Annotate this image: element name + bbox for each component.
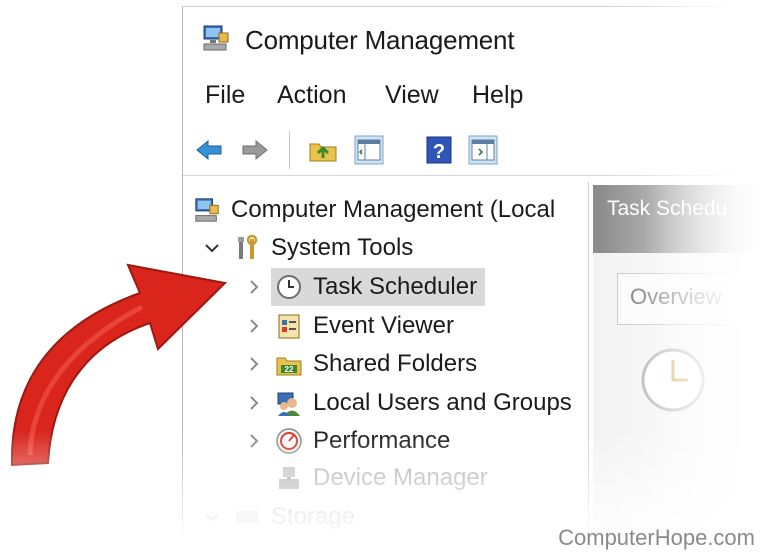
tree-item-local-users-and-groups[interactable]: Local Users and Groups (243, 385, 572, 421)
selected-highlight: Task Scheduler (271, 268, 486, 306)
task-scheduler-clock-icon (641, 348, 705, 412)
tree-item-device-manager[interactable]: Device Manager (275, 460, 488, 496)
menu-view[interactable]: View (385, 81, 439, 110)
forward-arrow-icon[interactable] (239, 134, 271, 166)
tree-item-label: Shared Folders (313, 350, 478, 377)
tree-item-shared-folders[interactable]: 22 Shared Folders (243, 346, 477, 382)
performance-icon (276, 428, 302, 454)
console-tree: Computer Management (Local System Tools (183, 182, 589, 547)
menu-action[interactable]: Action (277, 81, 346, 110)
red-annotation-arrow (10, 263, 228, 467)
details-pane-header: Task Schedu (593, 185, 765, 253)
menu-help[interactable]: Help (472, 81, 523, 110)
chevron-down-icon[interactable] (201, 506, 223, 528)
tree-item-label: Event Viewer (313, 312, 454, 339)
tab-overview[interactable]: Overview (617, 273, 765, 325)
toolbar-separator (289, 131, 290, 169)
window-title: Computer Management (245, 25, 515, 55)
menu-bar: File Action View Help (183, 81, 765, 121)
chevron-right-icon[interactable] (243, 315, 265, 337)
device-manager-icon (279, 467, 299, 489)
svg-text:22: 22 (285, 365, 294, 374)
event-viewer-icon (278, 314, 300, 339)
help-icon[interactable]: ? (423, 134, 455, 166)
computer-management-icon (195, 198, 219, 222)
title-bar: Computer Management (183, 19, 765, 63)
tree-item-label: Local Users and Groups (313, 389, 572, 416)
users-icon (277, 392, 300, 416)
svg-text:?: ? (433, 141, 445, 163)
tree-root[interactable]: Computer Management (Local (193, 192, 555, 228)
watermark: ComputerHope.com (558, 525, 755, 550)
tree-root-label: Computer Management (Local (231, 196, 556, 223)
tree-item-event-viewer[interactable]: Event Viewer (243, 308, 454, 344)
show-hide-action-pane-icon[interactable] (467, 134, 499, 166)
chevron-right-icon[interactable] (243, 430, 265, 452)
tab-overview-label: Overview (630, 284, 722, 309)
tree-item-label: Task Scheduler (313, 273, 478, 300)
chevron-right-icon[interactable] (243, 392, 265, 414)
tree-item-performance[interactable]: Performance (243, 423, 450, 459)
back-arrow-icon[interactable] (193, 134, 225, 166)
toolbar: ? (183, 125, 765, 176)
clock-icon (277, 275, 301, 299)
tree-item-label: Storage (271, 503, 356, 530)
tree-item-label: System Tools (271, 234, 414, 261)
details-pane: Task Schedu Overview (593, 185, 765, 547)
tree-item-label: Device Manager (313, 464, 488, 491)
computer-management-window: Computer Management File Action View Hel… (182, 6, 765, 547)
chevron-right-icon[interactable] (243, 276, 265, 298)
chevron-right-icon[interactable] (243, 353, 265, 375)
details-pane-title: Task Schedu (607, 197, 728, 220)
tree-item-storage[interactable]: Storage (201, 499, 355, 535)
computer-management-icon (203, 25, 229, 51)
tree-item-label: Performance (313, 427, 451, 454)
menu-file[interactable]: File (205, 81, 245, 110)
up-folder-icon[interactable] (307, 134, 339, 166)
tree-item-task-scheduler[interactable]: Task Scheduler (243, 268, 486, 306)
storage-icon (236, 511, 258, 523)
show-hide-console-tree-icon[interactable] (353, 134, 385, 166)
shared-folders-icon: 22 (276, 357, 302, 376)
